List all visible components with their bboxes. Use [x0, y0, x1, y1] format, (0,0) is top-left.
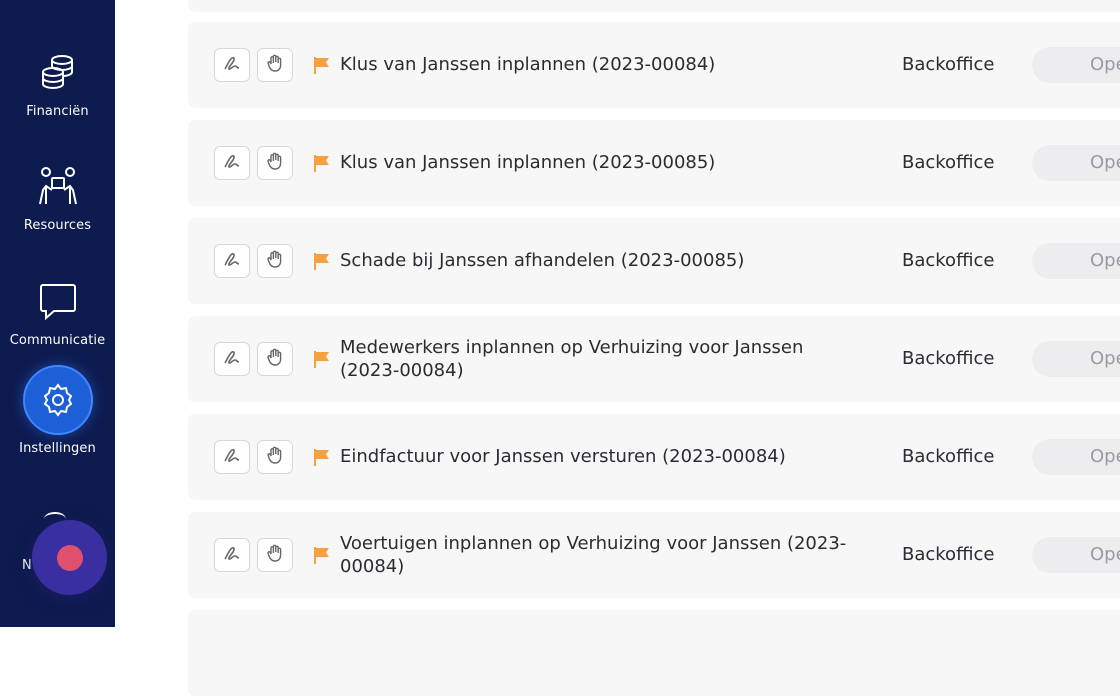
signature-icon — [222, 348, 242, 370]
flag-icon — [314, 351, 329, 368]
signature-icon — [222, 152, 242, 174]
flag-icon — [314, 155, 329, 172]
task-title: Klus van Janssen inplannen (2023-00084) — [340, 54, 716, 75]
table-row[interactable]: Klus van Janssen inplannen (2023-00084) … — [188, 22, 1120, 108]
task-title: Voertuigen inplannen op Verhuizing voor … — [340, 533, 847, 577]
task-department: Backoffice — [902, 348, 995, 369]
assign-button[interactable] — [214, 440, 250, 474]
sidebar-item-label-partial: N — [22, 558, 32, 573]
sidebar-item-resources[interactable]: Resources — [0, 164, 115, 233]
sidebar-item-label: Resources — [23, 218, 92, 233]
table-row-partial — [188, 610, 1120, 696]
task-department: Backoffice — [902, 446, 995, 467]
assign-button[interactable] — [214, 342, 250, 376]
signature-icon — [222, 54, 242, 76]
hand-icon — [265, 445, 285, 469]
flag-icon — [314, 449, 329, 466]
sidebar-item-label: Instellingen — [19, 441, 96, 456]
status-badge[interactable]: Ope — [1032, 243, 1120, 279]
claim-button[interactable] — [257, 48, 293, 82]
sidebar: Financiën Resources Communicatie Instell… — [0, 0, 115, 627]
claim-button[interactable] — [257, 538, 293, 572]
signature-icon — [222, 446, 242, 468]
claim-button[interactable] — [257, 244, 293, 278]
status-badge[interactable]: Ope — [1032, 47, 1120, 83]
task-department: Backoffice — [902, 152, 995, 173]
table-row[interactable]: Medewerkers inplannen op Verhuizing voor… — [188, 316, 1120, 402]
table-row[interactable]: Eindfactuur voor Janssen versturen (2023… — [188, 414, 1120, 500]
table-row[interactable]: Voertuigen inplannen op Verhuizing voor … — [188, 512, 1120, 598]
status-badge[interactable]: Ope — [1032, 537, 1120, 573]
assign-button[interactable] — [214, 538, 250, 572]
table-row-partial — [188, 0, 1120, 12]
sidebar-item-label: Financiën — [26, 104, 89, 119]
assign-button[interactable] — [214, 146, 250, 180]
assign-button[interactable] — [214, 48, 250, 82]
task-title: Medewerkers inplannen op Verhuizing voor… — [340, 337, 804, 381]
task-title: Schade bij Janssen afhandelen (2023-0008… — [340, 250, 745, 271]
task-title: Eindfactuur voor Janssen versturen (2023… — [340, 446, 786, 467]
coins-stack-icon — [36, 50, 80, 94]
hand-icon — [265, 347, 285, 371]
table-row[interactable]: Schade bij Janssen afhandelen (2023-0008… — [188, 218, 1120, 304]
gear-icon — [22, 365, 93, 435]
signature-icon — [222, 544, 242, 566]
sidebar-item-financien[interactable]: Financiën — [0, 50, 115, 119]
claim-button[interactable] — [257, 440, 293, 474]
flag-icon — [314, 57, 329, 74]
status-badge[interactable]: Ope — [1032, 341, 1120, 377]
sidebar-item-communicatie[interactable]: Communicatie — [0, 279, 115, 348]
signature-icon — [222, 250, 242, 272]
hand-icon — [265, 543, 285, 567]
flag-icon — [314, 253, 329, 270]
chat-launcher-button[interactable] — [32, 520, 107, 595]
claim-button[interactable] — [257, 342, 293, 376]
hand-icon — [265, 151, 285, 175]
table-row[interactable]: Klus van Janssen inplannen (2023-00085) … — [188, 120, 1120, 206]
task-department: Backoffice — [902, 544, 995, 565]
task-title: Klus van Janssen inplannen (2023-00085) — [340, 152, 716, 173]
hand-icon — [265, 53, 285, 77]
sidebar-item-instellingen[interactable]: Instellingen — [0, 365, 115, 456]
hand-icon — [265, 249, 285, 273]
chat-launcher-icon — [56, 544, 83, 571]
people-icon — [36, 164, 80, 208]
sidebar-item-label: Communicatie — [9, 333, 106, 348]
chat-bubble-icon — [36, 279, 80, 323]
flag-icon — [314, 547, 329, 564]
task-department: Backoffice — [902, 250, 995, 271]
claim-button[interactable] — [257, 146, 293, 180]
task-department: Backoffice — [902, 54, 995, 75]
task-list: Klus van Janssen inplannen (2023-00084) … — [115, 0, 1120, 696]
status-badge[interactable]: Ope — [1032, 145, 1120, 181]
assign-button[interactable] — [214, 244, 250, 278]
status-badge[interactable]: Ope — [1032, 439, 1120, 475]
